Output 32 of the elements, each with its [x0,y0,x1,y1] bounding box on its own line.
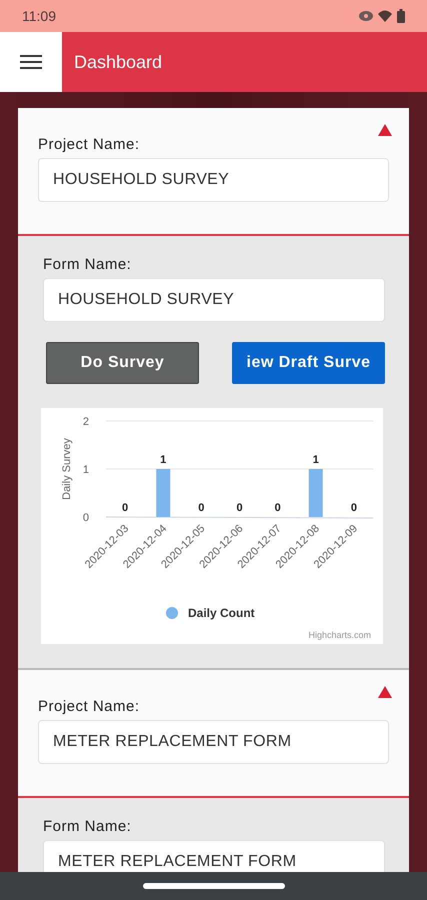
data-label: 1 [160,454,166,466]
do-survey-button[interactable]: Do Survey [46,342,199,384]
project-name-label: Project Name: [38,698,140,715]
y-axis-title: Daily Survey [61,438,73,500]
data-label: 0 [274,502,281,514]
eye-icon [359,11,373,21]
form-name-label: Form Name: [43,256,132,273]
chart-bar [156,469,170,517]
data-label: 1 [312,454,319,466]
menu-icon [20,54,42,70]
y-tick-label: 0 [82,512,89,524]
status-time: 11:09 [22,8,56,24]
menu-button[interactable] [0,32,62,92]
legend-label[interactable]: Daily Count [188,606,255,620]
project-name-field[interactable]: METER REPLACEMENT FORM [38,720,389,764]
chart-bar [308,469,323,517]
wifi-icon [378,10,392,22]
data-label: 0 [236,502,243,514]
form-name-field[interactable]: HOUSEHOLD SURVEY [43,278,385,322]
data-label: 0 [350,502,357,514]
y-tick-label: 1 [82,464,89,476]
battery-icon [397,9,405,23]
form-name-field[interactable]: METER REPLACEMENT FORM [43,840,385,872]
project-name-field[interactable]: HOUSEHOLD SURVEY [38,158,389,202]
legend-marker [166,607,178,619]
project-name-label: Project Name: [38,136,140,153]
form-name-label: Form Name: [43,818,132,835]
y-tick-label: 2 [82,416,89,428]
app-title: Dashboard [74,52,162,72]
data-label: 0 [198,502,204,514]
data-label: 0 [122,502,128,514]
draft-survey-button[interactable]: iew Draft Surve [232,342,385,384]
